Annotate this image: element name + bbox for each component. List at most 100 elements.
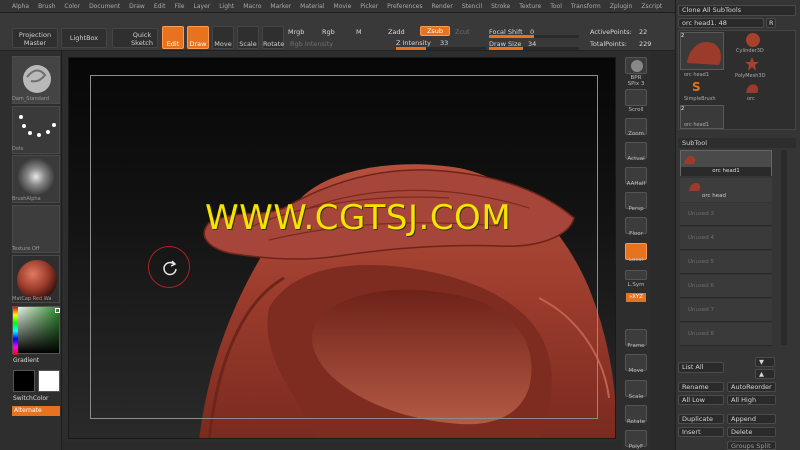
menu-item-transform[interactable]: Transform xyxy=(571,3,601,10)
hue-strip[interactable] xyxy=(13,307,18,355)
auto-reorder-button[interactable]: AutoReorder xyxy=(727,382,776,392)
menu-item-marker[interactable]: Marker xyxy=(270,3,291,10)
list-all-button[interactable]: List All xyxy=(678,362,724,373)
subtool-slot-4[interactable]: Unused 4 xyxy=(680,227,772,250)
menu-item-light[interactable]: Light xyxy=(219,3,234,10)
bpr-button[interactable] xyxy=(625,57,647,74)
rotate-icon xyxy=(163,260,177,276)
all-low-button[interactable]: All Low xyxy=(678,395,724,405)
gradient-label[interactable]: Gradient xyxy=(13,357,39,364)
frame-label: Frame xyxy=(627,343,645,349)
menu-item-render[interactable]: Render xyxy=(431,3,452,10)
subtool-header[interactable]: SubTool xyxy=(678,138,796,148)
menu-item-document[interactable]: Document xyxy=(89,3,120,10)
simplebrush-icon[interactable]: S xyxy=(692,80,701,94)
subtool-slot-5[interactable]: Unused 5 xyxy=(680,251,772,274)
subtool-scrollbar[interactable] xyxy=(781,150,787,345)
main-color-swatch[interactable] xyxy=(13,370,35,392)
menu-item-edit[interactable]: Edit xyxy=(154,3,166,10)
rotate-view-label: Rotate xyxy=(626,419,645,425)
delete-button[interactable]: Delete xyxy=(727,427,776,437)
menu-item-stencil[interactable]: Stencil xyxy=(462,3,482,10)
menu-item-picker[interactable]: Picker xyxy=(360,3,378,10)
rgb-button[interactable]: Rgb xyxy=(322,28,335,36)
menu-item-file[interactable]: File xyxy=(174,3,184,10)
menu-item-preferences[interactable]: Preferences xyxy=(387,3,422,10)
append-button[interactable]: Append xyxy=(727,414,776,424)
subtool-slot-6[interactable]: Unused 6 xyxy=(680,275,772,298)
tool-thumb-orc-head1[interactable] xyxy=(680,32,724,70)
r-button[interactable]: R xyxy=(766,18,776,28)
clone-all-subtools-button[interactable]: Clone All SubTools xyxy=(678,5,796,16)
menu-item-texture[interactable]: Texture xyxy=(519,3,541,10)
zsub-button[interactable]: Zsub xyxy=(420,26,450,36)
zoom-label: Zoom xyxy=(628,131,644,137)
orc-thumb[interactable] xyxy=(744,81,760,95)
menu-item-draw[interactable]: Draw xyxy=(129,3,145,10)
rotate-button[interactable]: Rotate xyxy=(262,26,284,49)
scroll-button[interactable] xyxy=(625,89,647,106)
subtool-slot-3[interactable]: Unused 3 xyxy=(680,203,772,226)
subtool-slot-7[interactable]: Unused 7 xyxy=(680,299,772,322)
menu-item-color[interactable]: Color xyxy=(64,3,80,10)
move-button[interactable]: Move xyxy=(212,26,234,49)
menu-item-alpha[interactable]: Alpha xyxy=(12,3,29,10)
cylinder-icon xyxy=(746,33,760,47)
menu-item-movie[interactable]: Movie xyxy=(334,3,352,10)
z-intensity-label: Z Intensity xyxy=(396,39,431,47)
all-high-button[interactable]: All High xyxy=(727,395,776,405)
subtool-slot-8[interactable]: Unused 8 xyxy=(680,323,772,346)
secondary-color-swatch[interactable] xyxy=(38,370,60,392)
subtool-thumb-icon xyxy=(689,182,701,191)
mrgb-button[interactable]: Mrgb xyxy=(288,28,304,36)
xyz-button[interactable]: »XYZ xyxy=(626,293,646,302)
subtool-item-name-2: orc head xyxy=(702,193,727,199)
duplicate-button[interactable]: Duplicate xyxy=(678,414,724,424)
actual-label: Actual xyxy=(627,156,645,162)
rename-button[interactable]: Rename xyxy=(678,382,724,392)
rgb-intensity-slider[interactable]: Rgb Intensity xyxy=(290,40,333,48)
focal-shift-slider[interactable] xyxy=(489,35,579,38)
menu-item-brush[interactable]: Brush xyxy=(38,3,55,10)
lightbox-button[interactable]: LightBox xyxy=(61,28,107,48)
cylinder3d-thumb[interactable] xyxy=(742,32,764,48)
draw-button[interactable]: Draw xyxy=(187,26,209,49)
tool-thumb-label-4: SimpleBrush xyxy=(684,96,716,102)
insert-button[interactable]: Insert xyxy=(678,427,724,437)
quick-sketch-button[interactable]: Quick Sketch xyxy=(112,28,158,48)
local-label: Local xyxy=(628,257,644,263)
menu-item-tool[interactable]: Tool xyxy=(550,3,562,10)
subtool-item-active[interactable]: orc head1 xyxy=(680,150,772,176)
material-label: MatCap Red Wa xyxy=(12,296,52,302)
zcut-button[interactable]: Zcut xyxy=(455,28,470,36)
edit-button[interactable]: Edit xyxy=(162,26,184,49)
lsym-button[interactable] xyxy=(625,270,647,280)
menu-item-stroke[interactable]: Stroke xyxy=(491,3,510,10)
scale-button[interactable]: Scale xyxy=(237,26,259,49)
spix-label: SPix 3 xyxy=(620,81,652,87)
switch-color-button[interactable]: SwitchColor xyxy=(13,395,49,402)
menu-item-zscript[interactable]: Zscript xyxy=(641,3,662,10)
menu-item-macro[interactable]: Macro xyxy=(243,3,261,10)
arrow-down-button[interactable]: ▼ xyxy=(755,357,775,367)
arrow-up-button[interactable]: ▲ xyxy=(755,369,775,379)
watermark-text: WWW.CGTSJ.COM xyxy=(205,198,512,238)
tool-thumb-label-1: orc head1 xyxy=(684,72,710,78)
subtool-item[interactable]: orc head xyxy=(680,178,772,202)
current-tool-slider[interactable]: orc head1. 48 xyxy=(678,18,764,28)
projection-master-button[interactable]: Projection Master xyxy=(12,28,58,48)
polymesh3d-thumb[interactable] xyxy=(744,56,760,72)
slot-label: Unused 3 xyxy=(688,211,714,217)
alternate-button[interactable]: Alternate xyxy=(12,406,60,416)
groups-split-button[interactable]: Groups Split xyxy=(727,441,776,450)
zadd-button[interactable]: Zadd xyxy=(388,28,405,36)
menu-item-layer[interactable]: Layer xyxy=(194,3,211,10)
orc-head-thumb-icon xyxy=(687,41,721,65)
draw-size-slider[interactable] xyxy=(489,47,579,50)
z-intensity-slider[interactable] xyxy=(396,47,486,50)
menu-item-zplugin[interactable]: Zplugin xyxy=(610,3,633,10)
menu-item-material[interactable]: Material xyxy=(300,3,324,10)
color-picker[interactable] xyxy=(12,306,60,355)
m-button[interactable]: M xyxy=(356,28,362,36)
color-picker-cursor[interactable] xyxy=(55,308,60,313)
